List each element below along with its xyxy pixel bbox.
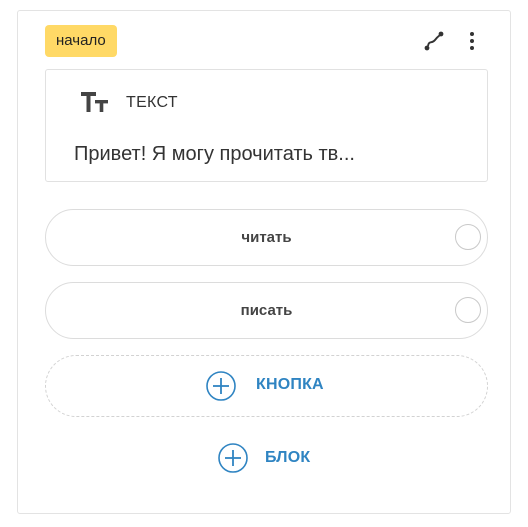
answer-label: читать <box>241 229 292 246</box>
connector-port[interactable] <box>455 224 481 250</box>
node-card[interactable]: начало ТЕКСТ Привет! Я могу прочитать тв… <box>17 10 511 514</box>
start-badge: начало <box>45 25 117 57</box>
text-format-icon <box>79 90 111 116</box>
add-block-label: БЛОК <box>265 449 311 466</box>
route-icon[interactable] <box>422 29 446 53</box>
add-button-button[interactable]: КНОПКА <box>45 355 488 417</box>
block-preview-text: Привет! Я могу прочитать тв... <box>74 143 355 165</box>
connector-port[interactable] <box>455 297 481 323</box>
answer-button-read[interactable]: читать <box>45 209 488 266</box>
plus-circle-icon <box>218 443 248 473</box>
answer-label: писать <box>240 302 293 319</box>
more-vertical-icon[interactable] <box>460 29 484 53</box>
answer-button-write[interactable]: писать <box>45 282 488 339</box>
add-button-label: КНОПКА <box>256 376 324 393</box>
plus-circle-icon <box>206 371 236 401</box>
block-type-label: ТЕКСТ <box>126 94 178 111</box>
add-block-button[interactable]: БЛОК <box>218 441 338 477</box>
text-block[interactable]: ТЕКСТ Привет! Я могу прочитать тв... <box>45 69 488 182</box>
